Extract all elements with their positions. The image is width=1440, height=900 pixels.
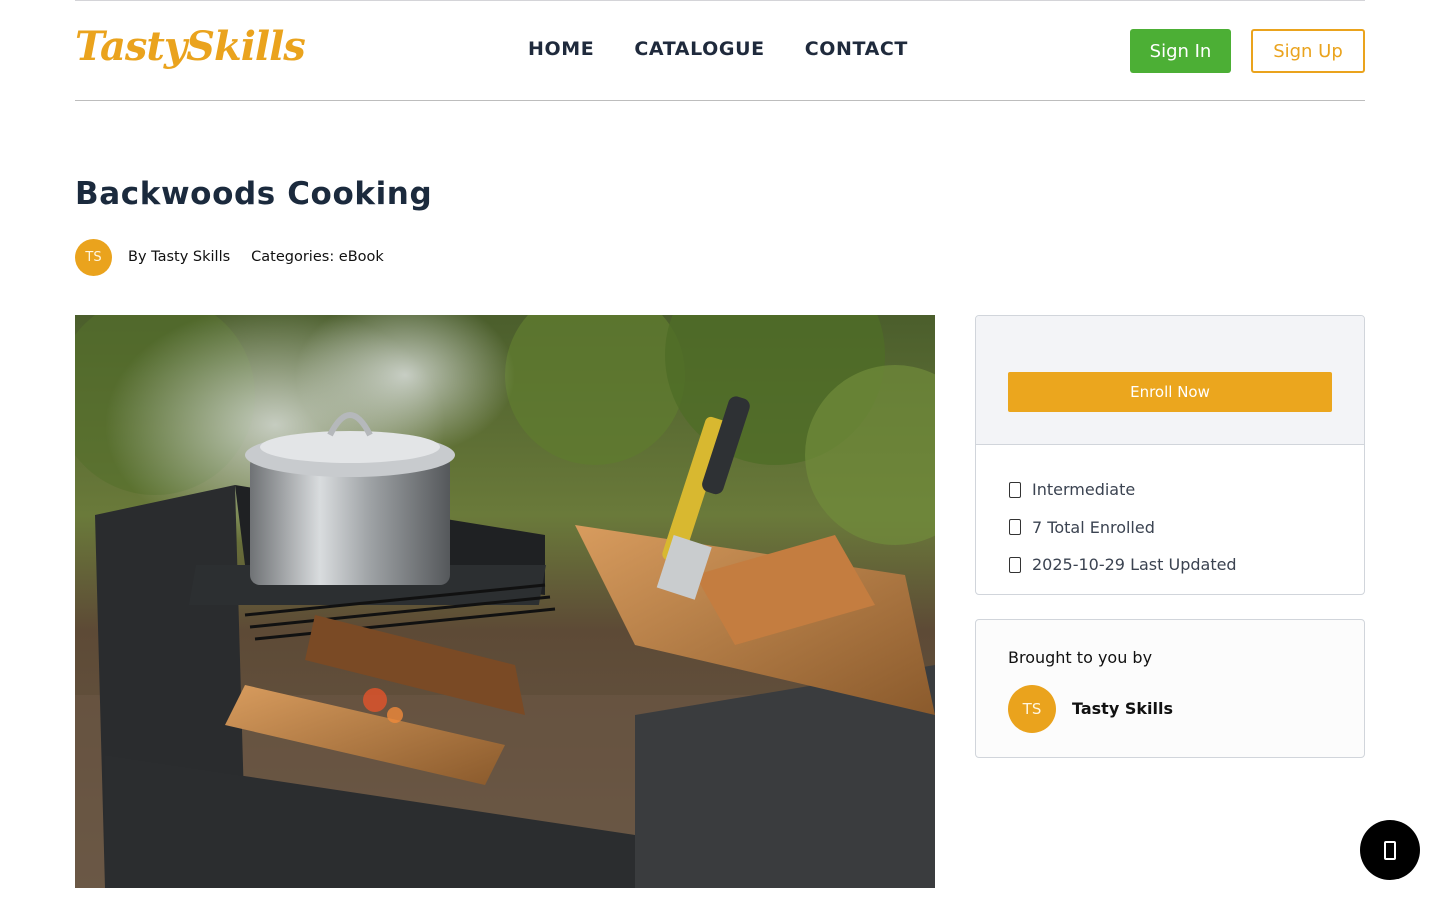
- campfire-photo: [75, 315, 935, 888]
- calendar-icon: [1009, 556, 1021, 573]
- course-hero-image: [75, 315, 935, 888]
- enroll-now-button[interactable]: Enroll Now: [1008, 372, 1332, 412]
- enroll-card: Enroll Now Intermediate 7 Total Enrolled…: [975, 315, 1365, 595]
- enrolled-count: 7 Total Enrolled: [1032, 517, 1155, 537]
- sign-in-button[interactable]: Sign In: [1130, 29, 1231, 73]
- level-icon: [1009, 481, 1021, 498]
- nav-contact-link[interactable]: CONTACT: [805, 38, 908, 60]
- list-item: 7 Total Enrolled: [1008, 509, 1364, 547]
- main-nav: HOME CATALOGUE CONTACT: [528, 38, 908, 60]
- author-card-heading: Brought to you by: [1008, 648, 1153, 667]
- nav-catalogue-link[interactable]: CATALOGUE: [634, 38, 764, 60]
- nav-home-link[interactable]: HOME: [528, 38, 594, 60]
- enroll-card-header: Enroll Now: [976, 316, 1364, 445]
- author-byline: By Tasty Skills: [128, 249, 231, 265]
- chat-icon: [1384, 840, 1396, 860]
- last-updated: 2025-10-29 Last Updated: [1032, 555, 1237, 575]
- author-card-avatar[interactable]: TS: [1008, 685, 1056, 733]
- course-level: Intermediate: [1032, 480, 1136, 500]
- page-title: Backwoods Cooking: [75, 176, 433, 212]
- users-icon: [1009, 519, 1021, 536]
- list-item: 2025-10-29 Last Updated: [1008, 546, 1364, 584]
- author-card: Brought to you by TS Tasty Skills: [975, 619, 1365, 758]
- course-meta: TS By Tasty Skills Categories: eBook: [75, 238, 384, 276]
- site-header: TastySkills HOME CATALOGUE CONTACT Sign …: [75, 1, 1365, 101]
- chat-button[interactable]: [1360, 820, 1420, 880]
- author-card-name[interactable]: Tasty Skills: [1072, 699, 1173, 718]
- list-item: Intermediate: [1008, 471, 1364, 509]
- brand-logo[interactable]: TastySkills: [75, 23, 306, 70]
- course-categories: Categories: eBook: [251, 249, 384, 265]
- author-avatar[interactable]: TS: [75, 238, 112, 276]
- course-info-list: Intermediate 7 Total Enrolled 2025-10-29…: [976, 445, 1364, 584]
- sign-up-button[interactable]: Sign Up: [1251, 29, 1365, 73]
